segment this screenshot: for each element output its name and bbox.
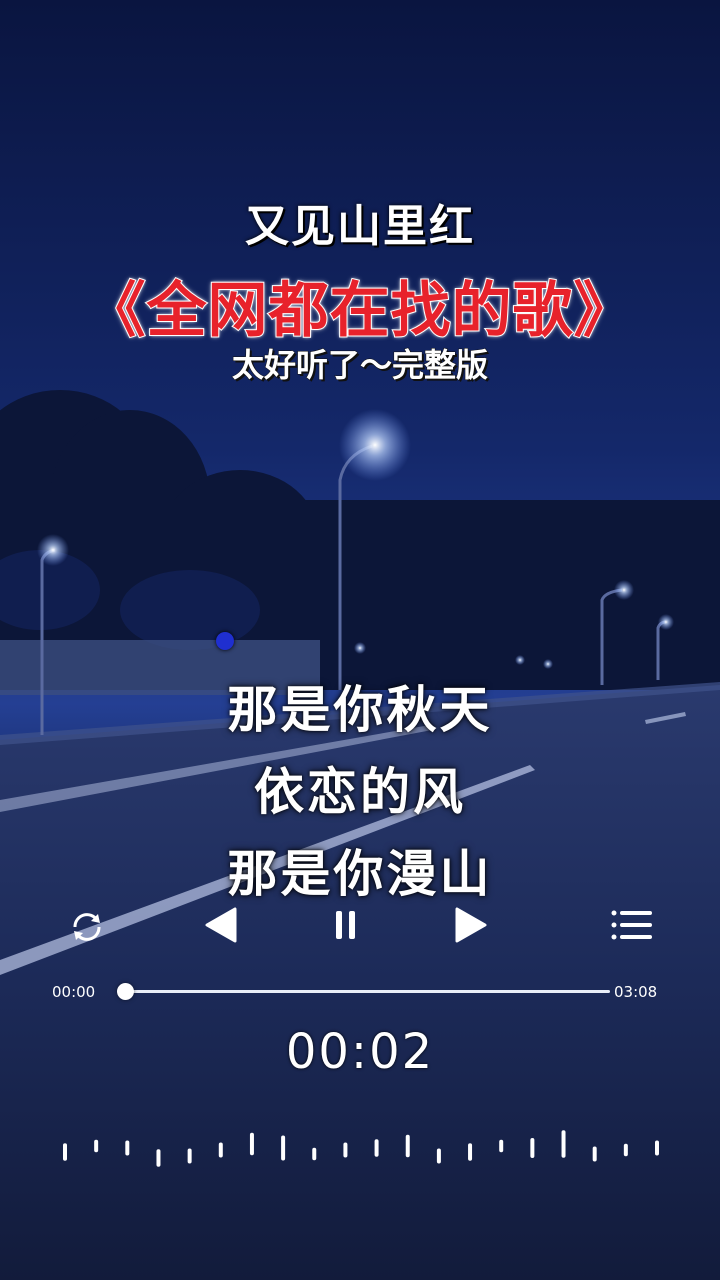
progress-bar[interactable]	[116, 983, 610, 1000]
elapsed-time-label: 00:00	[52, 983, 96, 1001]
next-icon	[455, 907, 487, 943]
headline-banner: 《全网都在找的歌》	[85, 275, 635, 347]
audio-waveform	[63, 1130, 659, 1167]
blue-dot-marker	[216, 632, 234, 650]
lyric-line: 那是你漫山	[227, 845, 493, 903]
next-button[interactable]	[448, 902, 494, 948]
waveform-bar	[218, 1142, 223, 1158]
progress-thumb[interactable]	[116, 983, 134, 1000]
waveform-bar	[623, 1143, 628, 1157]
waveform-bar	[281, 1135, 286, 1161]
lyric-line: 依恋的风	[254, 763, 466, 821]
waveform-bar	[63, 1143, 67, 1161]
waveform-bar	[343, 1142, 348, 1158]
waveform-bar	[436, 1148, 441, 1164]
waveform-bar	[468, 1143, 473, 1161]
waveform-bar	[249, 1132, 254, 1156]
playlist-button[interactable]	[606, 902, 658, 948]
waveform-bar	[530, 1138, 535, 1158]
subtitle: 太好听了～完整版	[231, 346, 488, 385]
previous-icon	[205, 907, 237, 943]
waveform-bar	[156, 1149, 161, 1167]
current-time-display: 00:02	[285, 1024, 435, 1080]
waveform-bar	[125, 1140, 130, 1156]
repeat-button[interactable]	[66, 906, 108, 948]
duration-label: 03:08	[614, 983, 658, 1001]
repeat-icon	[73, 913, 101, 941]
waveform-bar	[187, 1148, 192, 1164]
previous-button[interactable]	[198, 902, 244, 948]
waveform-bar	[94, 1139, 99, 1153]
pause-button[interactable]	[322, 902, 368, 948]
waveform-bar	[561, 1130, 566, 1158]
lyric-line: 那是你秋天	[227, 681, 493, 739]
song-title: 又见山里红	[245, 201, 475, 252]
waveform-bar	[499, 1139, 504, 1153]
pause-icon	[336, 911, 355, 939]
waveform-bar	[592, 1146, 597, 1162]
waveform-bar	[655, 1140, 659, 1156]
waveform-bar	[312, 1147, 317, 1161]
waveform-bar	[374, 1139, 379, 1157]
playlist-icon	[611, 910, 652, 940]
waveform-bar	[405, 1134, 410, 1158]
